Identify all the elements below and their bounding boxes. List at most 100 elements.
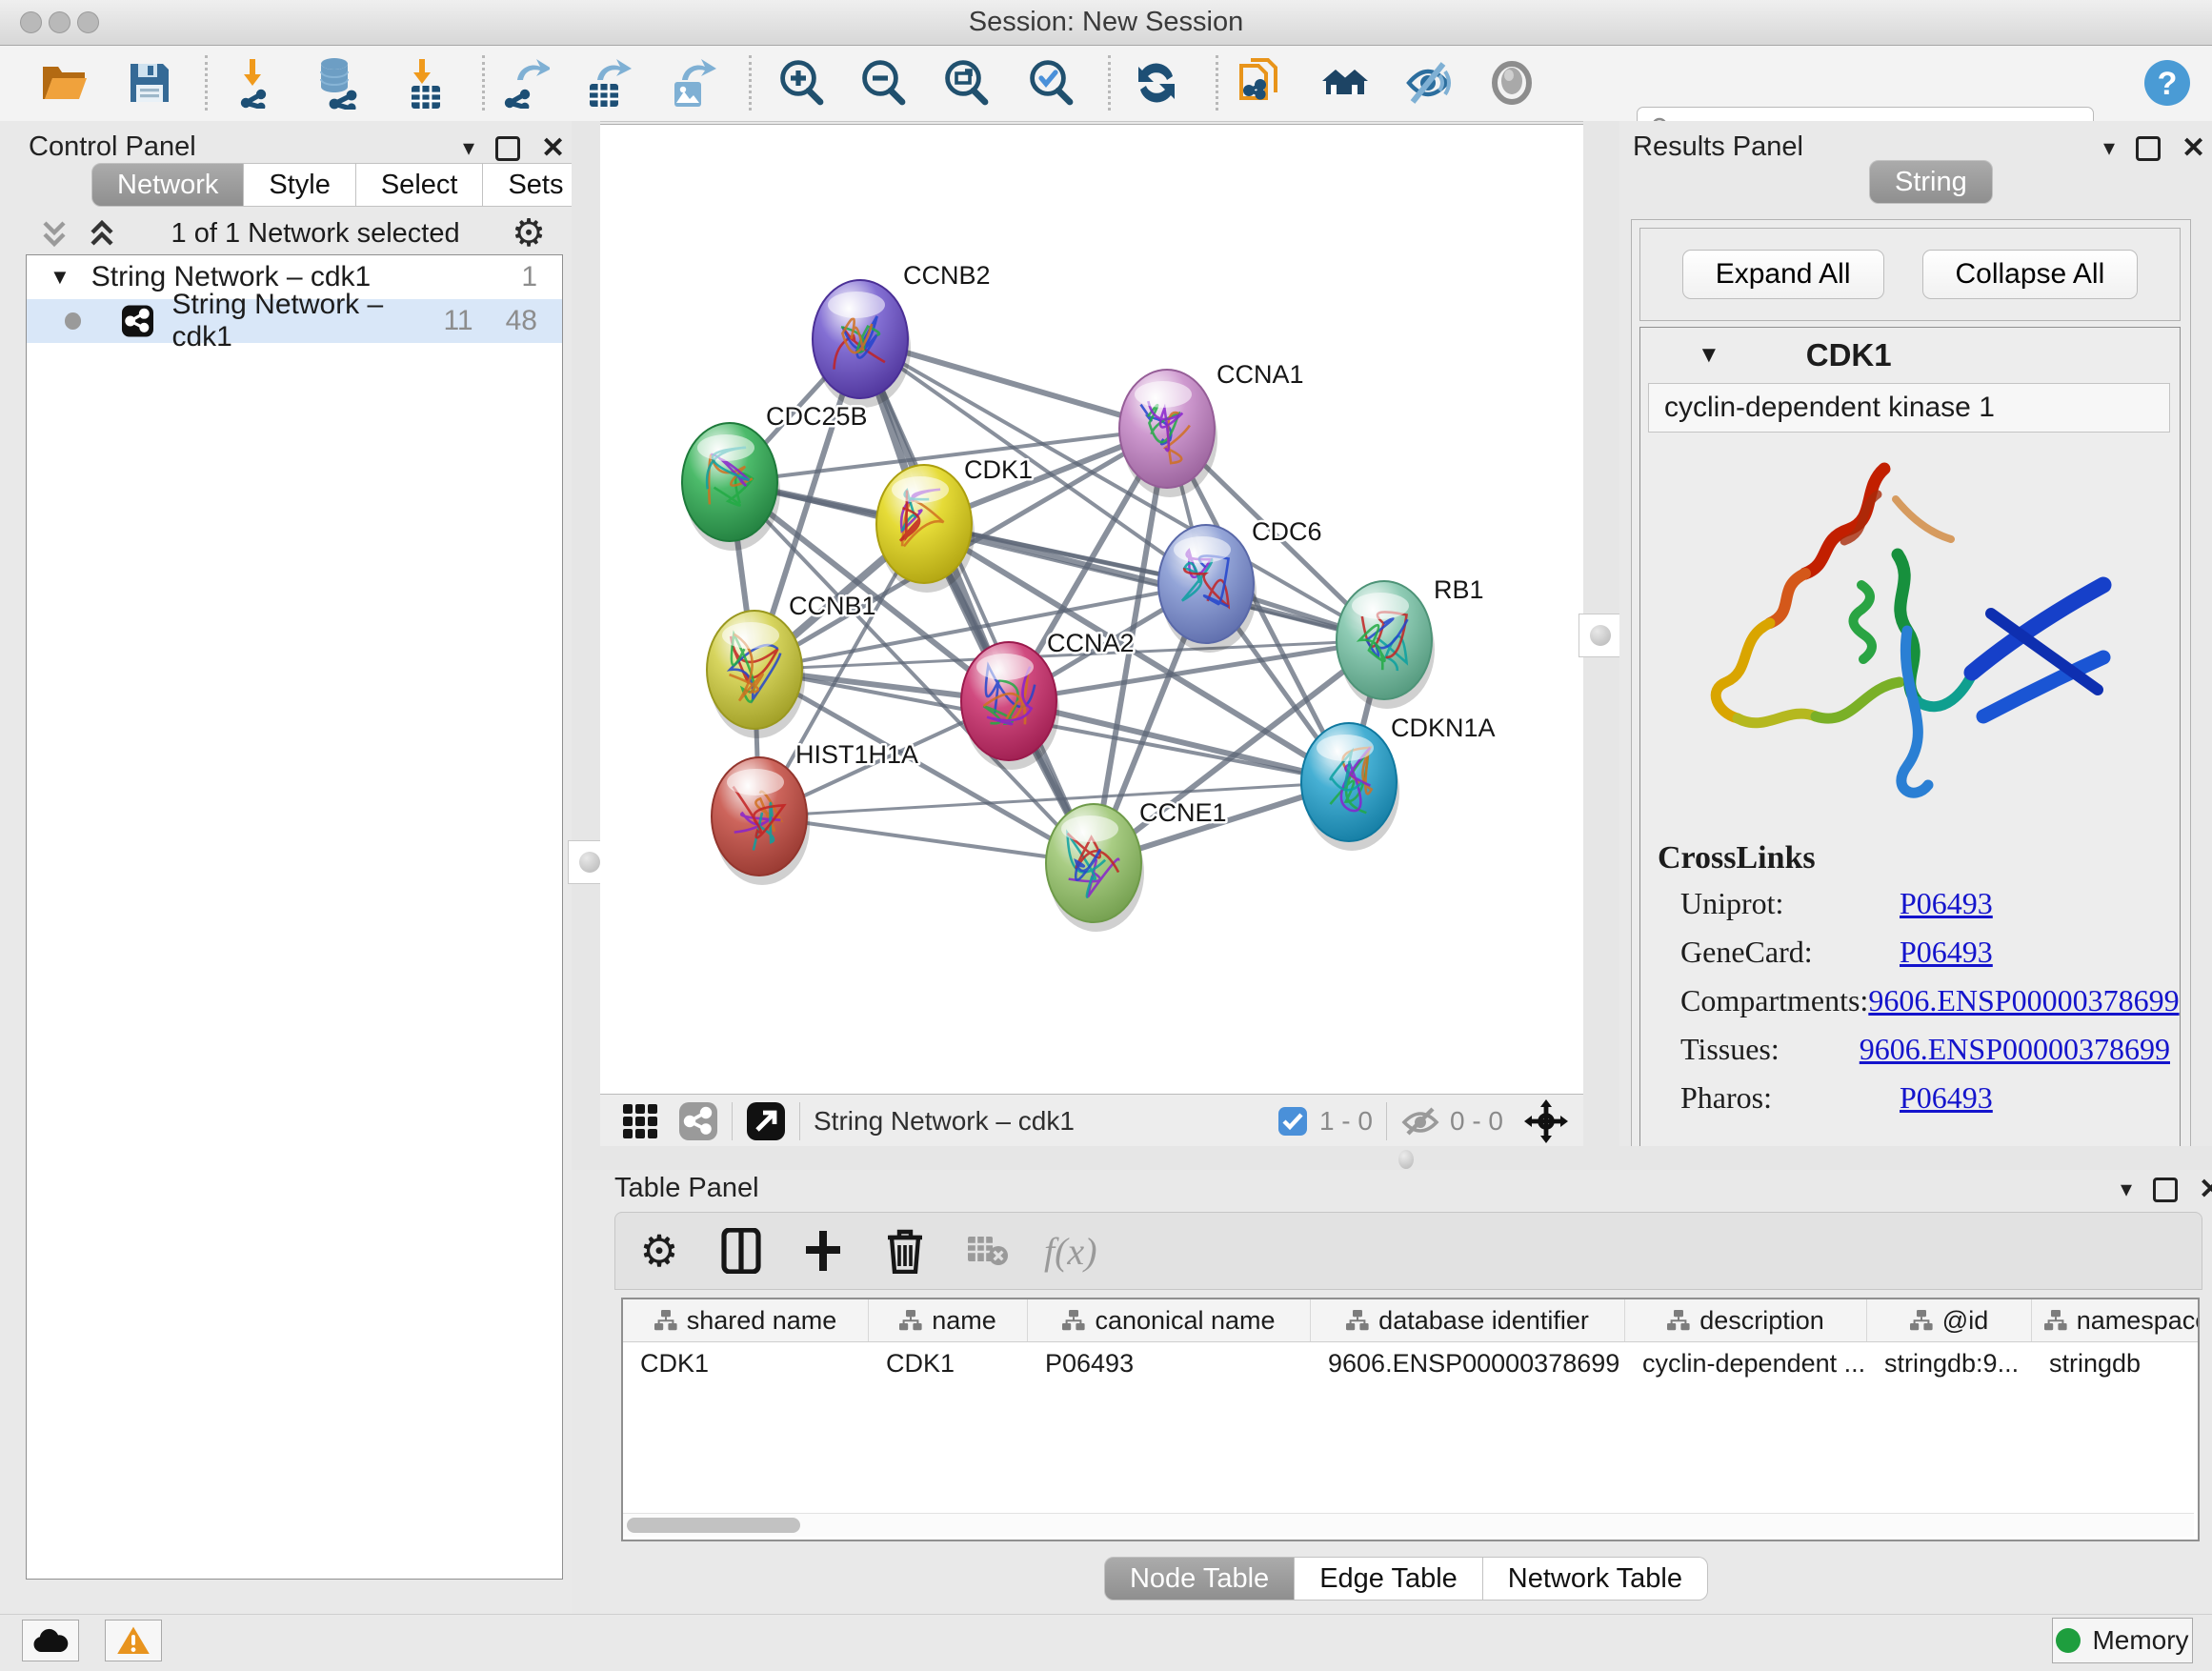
- node-result-header[interactable]: ▼ CDK1: [1640, 328, 2180, 383]
- crosslink-row: Tissues:9606.ENSP00000378699: [1680, 1032, 2170, 1067]
- network-node-CCNB2[interactable]: CCNB2: [813, 261, 991, 408]
- expand-all-icon[interactable]: [85, 219, 119, 248]
- selected-checkbox-icon[interactable]: [1277, 1106, 1308, 1137]
- column-header-canonical-name[interactable]: canonical name: [1028, 1299, 1311, 1341]
- cytoscape-window: Session: New Session: [0, 0, 2212, 1671]
- column-header-database-identifier[interactable]: database identifier: [1311, 1299, 1625, 1341]
- create-column-icon[interactable]: [798, 1226, 848, 1276]
- network-node-CDKN1A[interactable]: CDKN1A: [1301, 714, 1496, 851]
- export-network-icon[interactable]: [496, 55, 552, 111]
- entry-expander-icon[interactable]: ▼: [1698, 342, 1720, 369]
- warnings-button[interactable]: [105, 1620, 162, 1661]
- control-panel-maximize-icon[interactable]: [495, 136, 520, 161]
- network-node-CDC6[interactable]: CDC6: [1158, 517, 1322, 653]
- scrollbar-thumb[interactable]: [627, 1518, 800, 1533]
- column-header-description[interactable]: description: [1625, 1299, 1867, 1341]
- results-panel-maximize-icon[interactable]: [2136, 136, 2161, 161]
- column-header-name[interactable]: name: [869, 1299, 1028, 1341]
- table-cell[interactable]: stringdb: [2032, 1342, 2200, 1384]
- hidden-eye-icon[interactable]: [1400, 1105, 1440, 1137]
- expand-all-button[interactable]: Expand All: [1682, 250, 1884, 299]
- tab-node-table[interactable]: Node Table: [1104, 1557, 1295, 1601]
- table-panel-maximize-icon[interactable]: [2153, 1178, 2178, 1202]
- tab-select[interactable]: Select: [356, 163, 484, 207]
- network-options-gear-icon[interactable]: ⚙: [512, 211, 546, 255]
- zoom-fit-icon[interactable]: [938, 55, 994, 111]
- column-header-shared-name[interactable]: shared name: [623, 1299, 869, 1341]
- control-panel-float-icon[interactable]: ▾: [463, 134, 474, 162]
- zoom-out-icon[interactable]: [855, 55, 911, 111]
- network-tree: ▼ String Network – cdk1 1 String Network…: [26, 254, 563, 1580]
- tab-network[interactable]: Network: [91, 163, 244, 207]
- delete-table-icon[interactable]: [962, 1226, 1012, 1276]
- zoom-in-icon[interactable]: [774, 55, 829, 111]
- import-network-database-icon[interactable]: [311, 55, 366, 111]
- help-icon[interactable]: ?: [2140, 55, 2195, 111]
- export-table-icon[interactable]: [578, 55, 633, 111]
- birds-eye-view-icon[interactable]: [678, 1101, 718, 1141]
- results-panel-float-icon[interactable]: ▾: [2103, 134, 2115, 162]
- crosslink-link[interactable]: P06493: [1900, 886, 1993, 921]
- show-columns-icon[interactable]: [716, 1226, 766, 1276]
- open-session-icon[interactable]: [39, 55, 94, 111]
- network-node-CCNA1[interactable]: CCNA1: [1119, 360, 1304, 497]
- memory-button[interactable]: Memory: [2052, 1618, 2193, 1663]
- node-table[interactable]: shared namenamecanonical namedatabase id…: [621, 1298, 2200, 1541]
- crosslink-link[interactable]: P06493: [1900, 1080, 1993, 1116]
- cloud-status-button[interactable]: [22, 1620, 79, 1661]
- table-options-gear-icon[interactable]: ⚙: [634, 1226, 684, 1276]
- pan-move-icon[interactable]: [1524, 1099, 1568, 1143]
- go-home-icon[interactable]: [1317, 55, 1373, 111]
- crosslink-link[interactable]: 9606.ENSP00000378699: [1868, 983, 2179, 1018]
- network-node-CCNA2[interactable]: CCNA2: [961, 629, 1135, 770]
- table-panel-close-icon[interactable]: ✕: [2199, 1180, 2212, 1199]
- tab-style[interactable]: Style: [244, 163, 355, 207]
- collapse-all-button[interactable]: Collapse All: [1922, 250, 2139, 299]
- network-node-CDK1[interactable]: CDK1: [876, 455, 1033, 593]
- tab-network-table[interactable]: Network Table: [1483, 1557, 1708, 1601]
- network-selection-status: 1 of 1 Network selected: [119, 218, 512, 250]
- network-selection-row: 1 of 1 Network selected ⚙: [26, 212, 561, 254]
- first-neighbors-icon[interactable]: [1233, 55, 1288, 111]
- table-cell[interactable]: CDK1: [623, 1342, 869, 1384]
- grid-view-icon[interactable]: [621, 1102, 659, 1140]
- network-node-CCNE1[interactable]: CCNE1: [1046, 798, 1227, 932]
- fit-selected-icon[interactable]: [746, 1101, 786, 1141]
- import-network-file-icon[interactable]: [231, 55, 286, 111]
- network-canvas[interactable]: CCNB2CCNA1CDC25BCDK1CDC6RB1CCNB1CCNA2CDK…: [600, 124, 1583, 1095]
- node-label-CCNB1: CCNB1: [789, 592, 876, 620]
- zoom-selected-icon[interactable]: [1023, 55, 1078, 111]
- network-edge-CCNB2-CCNE1[interactable]: [860, 339, 1094, 863]
- collapse-all-icon[interactable]: [37, 219, 71, 248]
- delete-column-icon[interactable]: [880, 1226, 930, 1276]
- column-header-@id[interactable]: @id: [1867, 1299, 2032, 1341]
- apply-layout-icon[interactable]: [1129, 55, 1184, 111]
- table-cell[interactable]: CDK1: [869, 1342, 1028, 1384]
- control-panel-close-icon[interactable]: ✕: [541, 139, 565, 158]
- show-hide-graphics-icon[interactable]: [1400, 55, 1456, 111]
- crosslink-link[interactable]: P06493: [1900, 935, 1993, 970]
- table-cell[interactable]: stringdb:9...: [1867, 1342, 2032, 1384]
- export-image-icon[interactable]: [663, 55, 718, 111]
- results-panel-close-icon[interactable]: ✕: [2182, 139, 2205, 158]
- import-table-file-icon[interactable]: [398, 55, 453, 111]
- function-builder-icon[interactable]: f(x): [1044, 1229, 1097, 1274]
- network-node-RB1[interactable]: RB1: [1337, 575, 1484, 709]
- table-cell[interactable]: P06493: [1028, 1342, 1311, 1384]
- table-row[interactable]: CDK1CDK1P064939606.ENSP00000378699cyclin…: [623, 1342, 2198, 1384]
- column-header-namespace[interactable]: namespace: [2032, 1299, 2200, 1341]
- network-row[interactable]: String Network – cdk1 11 48: [27, 299, 562, 343]
- crosslink-link[interactable]: 9606.ENSP00000378699: [1860, 1032, 2170, 1067]
- tab-edge-table[interactable]: Edge Table: [1295, 1557, 1483, 1601]
- save-session-icon[interactable]: [122, 55, 177, 111]
- network-view-toolbar: String Network – cdk1 1 - 0 0 - 0: [600, 1094, 1583, 1147]
- tree-expander-icon[interactable]: ▼: [50, 265, 70, 290]
- right-splitter-grip[interactable]: [1579, 614, 1622, 657]
- highlight-icon[interactable]: [1484, 55, 1539, 111]
- hidden-node-edge-counts: 0 - 0: [1450, 1106, 1503, 1137]
- table-panel-float-icon[interactable]: ▾: [2121, 1176, 2132, 1203]
- table-cell[interactable]: 9606.ENSP00000378699: [1311, 1342, 1625, 1384]
- horizontal-splitter-grip[interactable]: [1398, 1150, 1414, 1169]
- table-cell[interactable]: cyclin-dependent ...: [1625, 1342, 1867, 1384]
- tab-string[interactable]: String: [1869, 160, 1993, 204]
